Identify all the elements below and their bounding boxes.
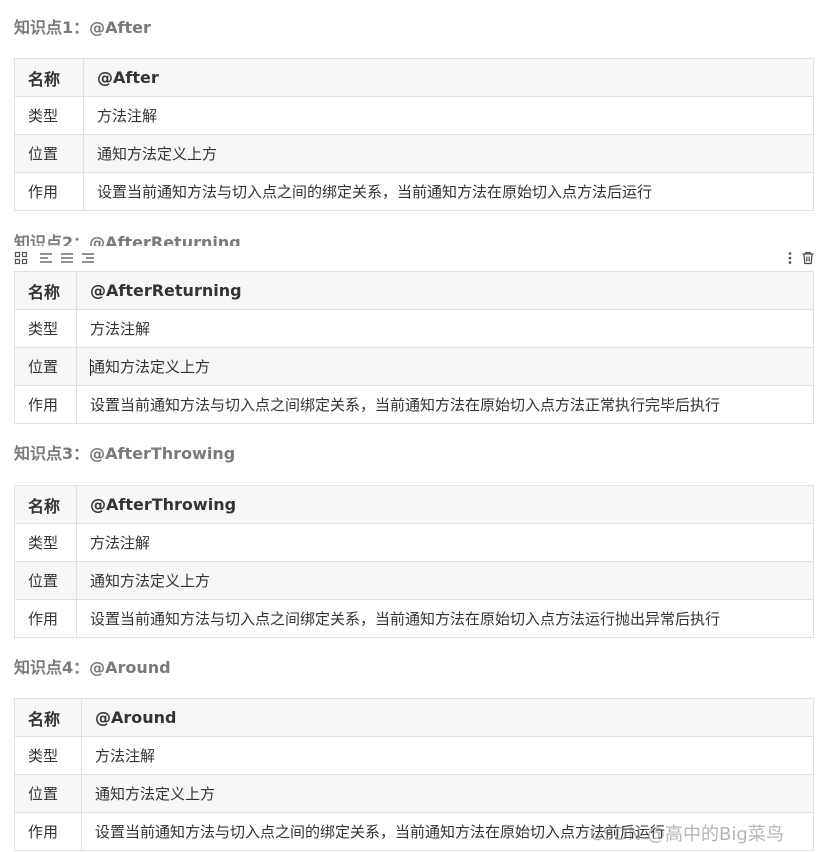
row-value: @AfterThrowing xyxy=(76,485,814,524)
table-after: 名称 @After 类型 方法注解 位置 通知方法定义上方 作用 设置当前通知方… xyxy=(14,58,814,211)
row-key: 名称 xyxy=(14,58,84,97)
row-value: 设置当前通知方法与切入点之间的绑定关系，当前通知方法在原始切入点方法后运行 xyxy=(83,172,814,211)
grid-icon[interactable] xyxy=(14,250,28,265)
align-right-icon[interactable] xyxy=(81,250,95,264)
row-key: 位置 xyxy=(14,134,84,173)
row-value: 通知方法定义上方 xyxy=(76,561,814,600)
row-key: 类型 xyxy=(14,96,84,135)
row-value[interactable]: 方法注解 xyxy=(76,309,814,348)
table-row: 作用 设置当前通知方法与切入点之间绑定关系，当前通知方法在原始切入点方法运行抛出… xyxy=(14,599,814,638)
table-row: 类型 方法注解 xyxy=(14,523,814,562)
align-left-icon[interactable] xyxy=(39,250,53,264)
table-row: 类型 方法注解 xyxy=(14,736,814,775)
row-value: 方法注解 xyxy=(83,96,814,135)
row-key: 类型 xyxy=(14,309,77,348)
table-row: 名称 @AfterReturning xyxy=(14,271,814,310)
row-value: 通知方法定义上方 xyxy=(90,358,211,376)
row-value: 通知方法定义上方 xyxy=(81,774,814,813)
row-value: 通知方法定义上方 xyxy=(83,134,814,173)
row-key: 作用 xyxy=(14,385,77,424)
row-value[interactable]: @AfterReturning xyxy=(76,271,814,310)
table-afterthrowing: 名称 @AfterThrowing 类型 方法注解 位置 通知方法定义上方 作用… xyxy=(14,485,814,638)
row-key: 名称 xyxy=(14,698,82,737)
row-key: 作用 xyxy=(14,812,82,851)
section-4-heading: 知识点4：@Around xyxy=(14,658,171,677)
more-vertical-icon[interactable] xyxy=(783,250,797,264)
table-afterreturning: 名称 @AfterReturning 类型 方法注解 位置 通知方法定义上方 作… xyxy=(14,271,814,424)
trash-icon[interactable] xyxy=(801,250,815,265)
row-key: 类型 xyxy=(14,523,77,562)
table-row: 位置 通知方法定义上方 xyxy=(14,774,814,813)
table-toolbar xyxy=(14,250,816,266)
row-value: @Around xyxy=(81,698,814,737)
table-row: 作用 设置当前通知方法与切入点之间的绑定关系，当前通知方法在原始切入点方法后运行 xyxy=(14,172,814,211)
table-row: 类型 方法注解 xyxy=(14,309,814,348)
section-2-heading: 知识点2：@AfterReturning xyxy=(14,233,241,246)
row-key: 位置 xyxy=(14,774,82,813)
watermark: CSDN @高中的Big菜鸟 xyxy=(590,824,784,845)
table-row: 位置 通知方法定义上方 xyxy=(14,561,814,600)
section-3-heading: 知识点3：@AfterThrowing xyxy=(14,444,236,463)
row-key: 名称 xyxy=(14,485,77,524)
table-row: 作用 设置当前通知方法与切入点之间绑定关系，当前通知方法在原始切入点方法正常执行… xyxy=(14,385,814,424)
table-row: 类型 方法注解 xyxy=(14,96,814,135)
align-center-icon[interactable] xyxy=(60,250,74,264)
row-value: 方法注解 xyxy=(76,523,814,562)
row-key: 位置 xyxy=(14,347,77,386)
row-key: 作用 xyxy=(14,599,77,638)
row-key: 类型 xyxy=(14,736,82,775)
table-row: 名称 @AfterThrowing xyxy=(14,485,814,524)
editing-cell[interactable]: 通知方法定义上方 xyxy=(76,347,814,386)
row-key: 作用 xyxy=(14,172,84,211)
row-key: 位置 xyxy=(14,561,77,600)
row-value: 方法注解 xyxy=(81,736,814,775)
table-row: 名称 @After xyxy=(14,58,814,97)
table-row: 位置 通知方法定义上方 xyxy=(14,347,814,386)
row-value: @After xyxy=(83,58,814,97)
row-value[interactable]: 设置当前通知方法与切入点之间绑定关系，当前通知方法在原始切入点方法正常执行完毕后… xyxy=(76,385,814,424)
section-1-heading: 知识点1：@After xyxy=(14,18,151,37)
table-row: 位置 通知方法定义上方 xyxy=(14,134,814,173)
row-key: 名称 xyxy=(14,271,77,310)
table-row: 名称 @Around xyxy=(14,698,814,737)
row-value: 设置当前通知方法与切入点之间绑定关系，当前通知方法在原始切入点方法运行抛出异常后… xyxy=(76,599,814,638)
